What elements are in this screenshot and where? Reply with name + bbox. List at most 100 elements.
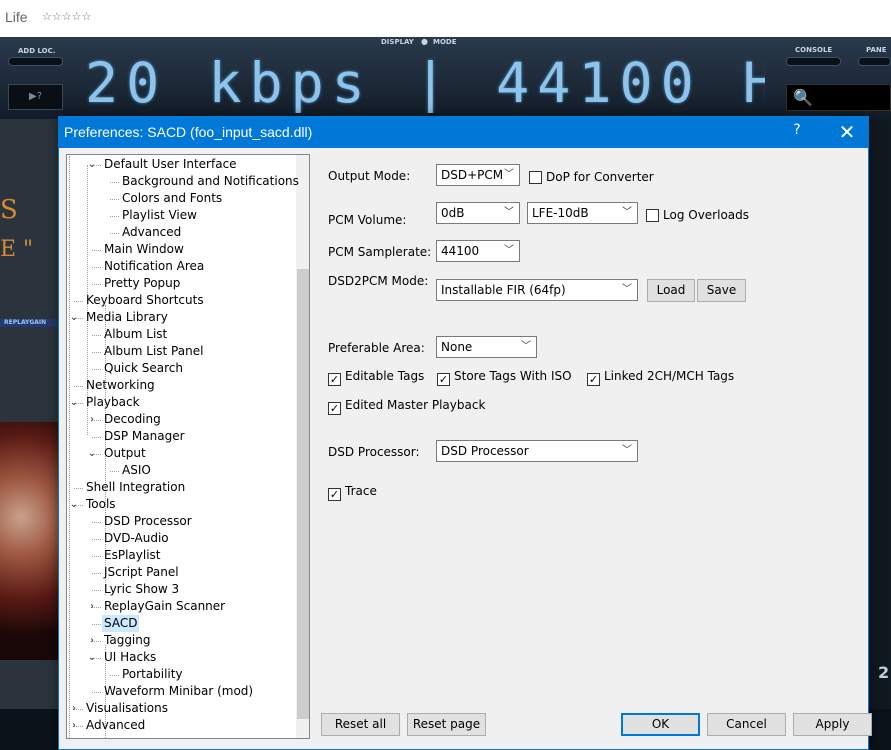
chevron-right-icon[interactable]: › xyxy=(69,717,79,734)
transport-button[interactable]: ▶? xyxy=(8,84,63,110)
chevron-down-icon[interactable]: ⌄ xyxy=(69,309,79,326)
pcm-samplerate-label: PCM Samplerate: xyxy=(328,245,432,259)
log-overloads-checkbox-box[interactable] xyxy=(646,209,659,222)
tree-item[interactable]: Pretty Popup xyxy=(102,275,182,292)
edited-master-checkbox[interactable]: ✓ Edited Master Playback xyxy=(328,398,486,415)
rating-stars[interactable]: ☆☆☆☆☆ xyxy=(42,10,91,23)
tree-item[interactable]: Visualisations xyxy=(84,700,170,717)
display-mode-dot: ● xyxy=(421,37,428,46)
display-label: DISPLAY xyxy=(381,38,414,46)
log-overloads-checkbox[interactable]: Log Overloads xyxy=(646,208,749,224)
tree-item[interactable]: Keyboard Shortcuts xyxy=(84,292,206,309)
tree-item[interactable]: Decoding xyxy=(102,411,163,428)
tree-item[interactable]: DSP Manager xyxy=(102,428,187,445)
tree-item[interactable]: Album List Panel xyxy=(102,343,205,360)
save-button[interactable]: Save xyxy=(697,279,746,302)
tree-item[interactable]: SACD xyxy=(102,615,140,632)
lfe-dropdown[interactable]: LFE-10dB ﹀ xyxy=(527,202,638,224)
store-tags-checkbox-box[interactable]: ✓ xyxy=(437,373,450,386)
editable-tags-checkbox[interactable]: ✓ Editable Tags xyxy=(328,369,424,386)
artist-image xyxy=(0,422,60,660)
chevron-down-icon[interactable]: ⌄ xyxy=(87,156,97,173)
store-tags-checkbox[interactable]: ✓ Store Tags With ISO xyxy=(437,369,572,386)
chevron-down-icon[interactable]: ⌄ xyxy=(69,394,79,411)
tree-connector xyxy=(92,267,101,268)
reset-all-button[interactable]: Reset all xyxy=(321,713,400,736)
edited-master-label: Edited Master Playback xyxy=(345,398,486,412)
help-button[interactable]: ? xyxy=(787,122,807,142)
tree-item[interactable]: DSD Processor xyxy=(102,513,194,530)
ok-button[interactable]: OK xyxy=(621,713,700,736)
pcm-volume-dropdown[interactable]: 0dB ﹀ xyxy=(436,202,520,224)
reset-page-button[interactable]: Reset page xyxy=(407,713,486,736)
chevron-right-icon[interactable]: › xyxy=(87,411,97,428)
load-button[interactable]: Load xyxy=(647,279,695,302)
tree-item[interactable]: Main Window xyxy=(102,241,186,258)
tree-item[interactable]: Waveform Minibar (mod) xyxy=(102,683,255,700)
tree-connector xyxy=(92,437,101,438)
output-mode-dropdown[interactable]: DSD+PCM ﹀ xyxy=(436,164,520,186)
tree-scrollbar[interactable] xyxy=(296,155,309,738)
add-loc-button[interactable] xyxy=(8,57,63,66)
pcm-samplerate-dropdown[interactable]: 44100 ﹀ xyxy=(436,240,520,262)
chevron-down-icon: ﹀ xyxy=(622,445,632,456)
chevron-down-icon[interactable]: ⌄ xyxy=(87,445,97,462)
tree-item[interactable]: Advanced xyxy=(120,224,183,241)
dsd2pcm-mode-dropdown[interactable]: Installable FIR (64fp) ﹀ xyxy=(436,279,638,301)
tree-item[interactable]: Default User Interface xyxy=(102,156,239,173)
apply-button[interactable]: Apply xyxy=(793,713,872,736)
chevron-down-icon: ﹀ xyxy=(622,207,632,218)
cancel-button[interactable]: Cancel xyxy=(707,713,786,736)
trace-checkbox[interactable]: ✓ Trace xyxy=(328,484,377,501)
dialog-title: Preferences: SACD (foo_input_sacd.dll) xyxy=(64,124,313,140)
tree-item[interactable]: Background and Notifications xyxy=(120,173,301,190)
dop-checkbox[interactable]: DoP for Converter xyxy=(529,170,654,186)
pane-button[interactable] xyxy=(858,57,891,66)
preferences-tree[interactable]: Default User Interface ⌄ Background and No… xyxy=(66,154,310,739)
chevron-right-icon[interactable]: › xyxy=(87,598,97,615)
editable-tags-checkbox-box[interactable]: ✓ xyxy=(328,373,341,386)
tree-item[interactable]: Notification Area xyxy=(102,258,206,275)
tree-item[interactable]: Portability xyxy=(120,666,185,683)
console-button[interactable] xyxy=(786,57,841,66)
tree-connector xyxy=(110,182,119,183)
search-box[interactable]: 🔍 xyxy=(786,84,891,111)
tree-item[interactable]: Quick Search xyxy=(102,360,185,377)
tree-item[interactable]: Media Library xyxy=(84,309,170,326)
trace-checkbox-box[interactable]: ✓ xyxy=(328,488,341,501)
linked-tags-checkbox-box[interactable]: ✓ xyxy=(587,373,600,386)
tree-item[interactable]: UI Hacks xyxy=(102,649,158,666)
chevron-right-icon[interactable]: › xyxy=(87,632,97,649)
tree-item[interactable]: Shell Integration xyxy=(84,479,187,496)
tree-item[interactable]: JScript Panel xyxy=(102,564,181,581)
tree-item[interactable]: Output xyxy=(102,445,148,462)
tree-item[interactable]: ReplayGain Scanner xyxy=(102,598,227,615)
tree-item[interactable]: Playback xyxy=(84,394,142,411)
background-titlebar: Life ☆☆☆☆☆ xyxy=(0,0,891,37)
close-button[interactable]: ✕ xyxy=(829,118,865,146)
linked-tags-checkbox[interactable]: ✓ Linked 2CH/MCH Tags xyxy=(587,369,734,386)
tree-connector xyxy=(92,522,101,523)
output-mode-value: DSD+PCM xyxy=(441,168,504,182)
tree-item[interactable]: DVD-Audio xyxy=(102,530,171,547)
tree-item[interactable]: Album List xyxy=(102,326,169,343)
dsd-processor-dropdown[interactable]: DSD Processor ﹀ xyxy=(436,440,638,462)
tree-item[interactable]: EsPlaylist xyxy=(102,547,162,564)
chevron-down-icon[interactable]: ⌄ xyxy=(69,496,79,513)
tree-item[interactable]: Colors and Fonts xyxy=(120,190,224,207)
preferable-area-dropdown[interactable]: None ﹀ xyxy=(436,336,537,358)
tree-item[interactable]: Lyric Show 3 xyxy=(102,581,181,598)
tree-item[interactable]: Advanced xyxy=(84,717,147,734)
tree-item[interactable]: Networking xyxy=(84,377,157,394)
tree-item[interactable]: Playlist View xyxy=(120,207,199,224)
tree-item[interactable]: ASIO xyxy=(120,462,153,479)
dop-checkbox-box[interactable] xyxy=(529,171,542,184)
edited-master-checkbox-box[interactable]: ✓ xyxy=(328,402,341,415)
tree-scrollbar-thumb[interactable] xyxy=(297,269,309,719)
chevron-right-icon[interactable]: › xyxy=(69,700,79,717)
tree-item[interactable]: Tagging xyxy=(102,632,153,649)
tree-connector xyxy=(110,216,119,217)
tree-item[interactable]: Tools xyxy=(84,496,118,513)
chevron-down-icon[interactable]: ⌄ xyxy=(87,649,97,666)
dialog-titlebar[interactable]: Preferences: SACD (foo_input_sacd.dll) ?… xyxy=(59,117,868,148)
